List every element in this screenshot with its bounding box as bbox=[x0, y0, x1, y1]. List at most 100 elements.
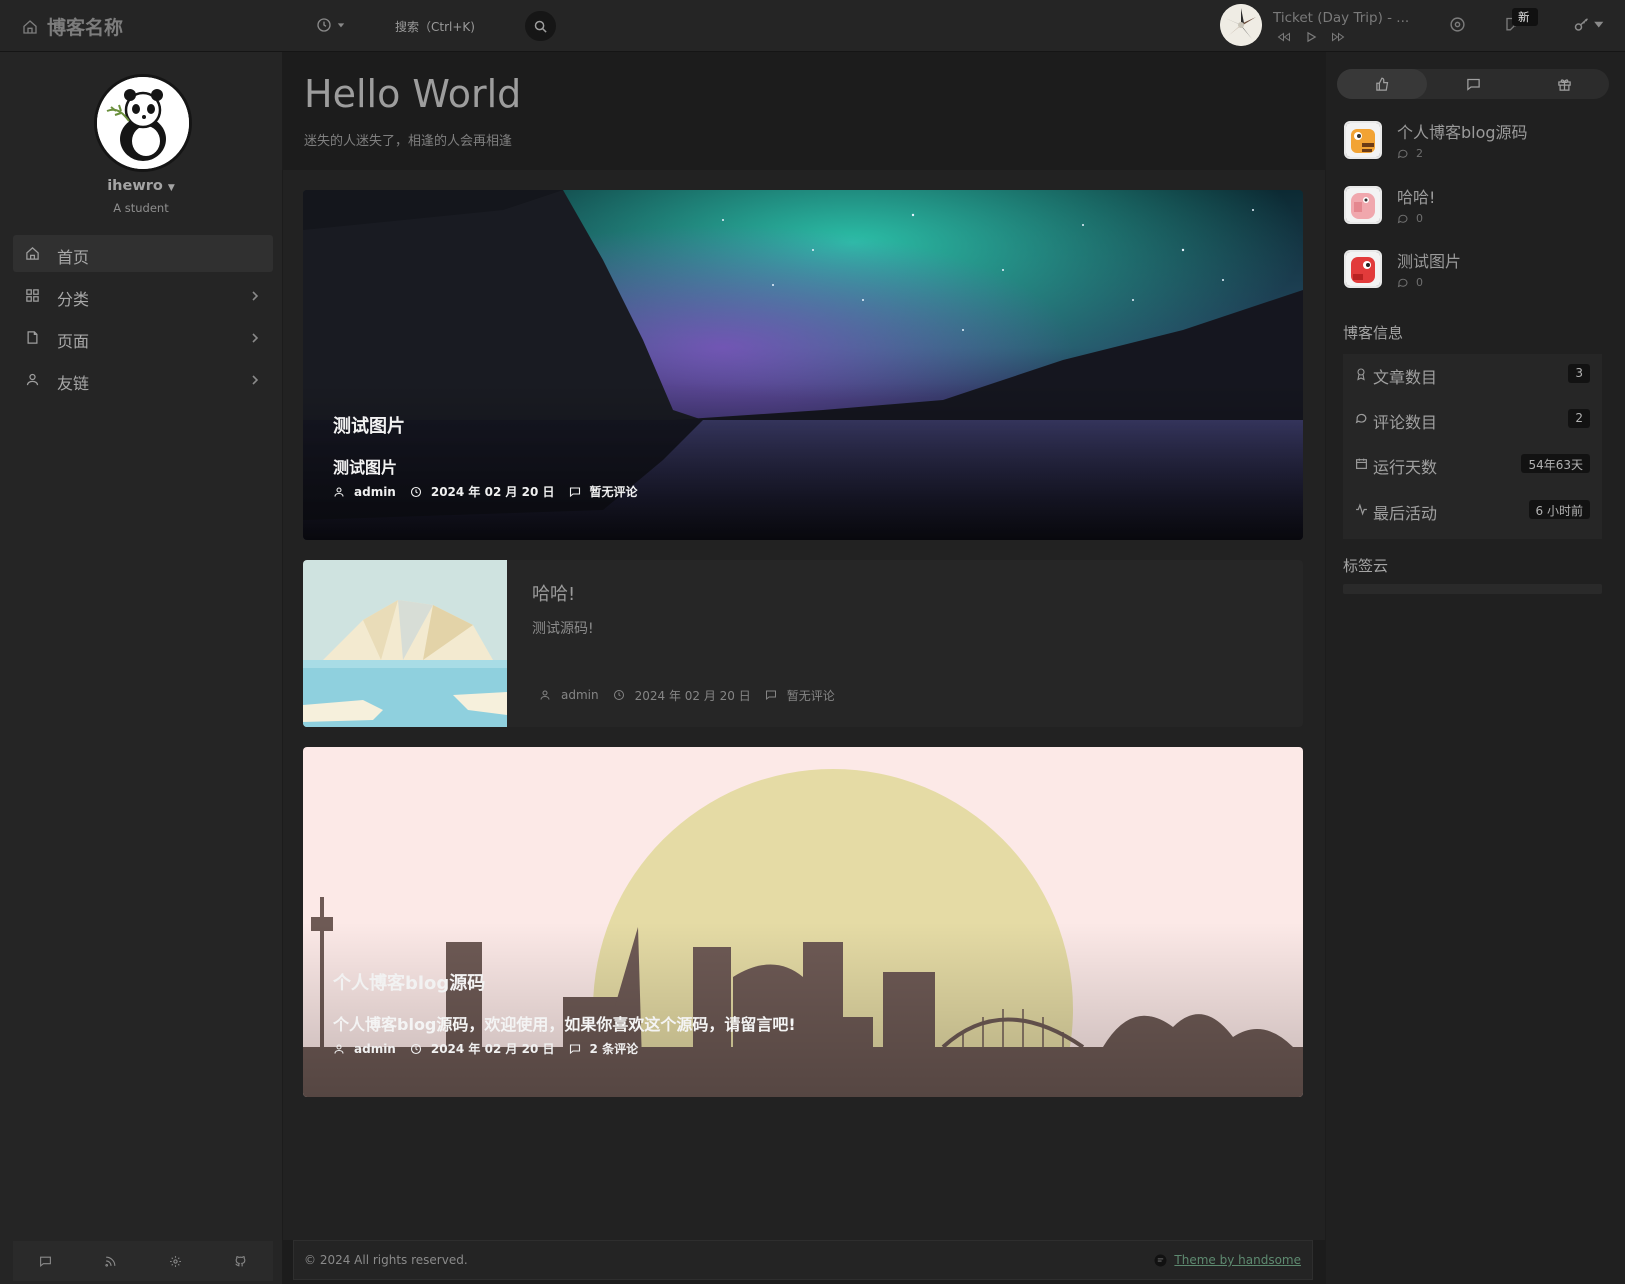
home-icon bbox=[25, 246, 40, 261]
hot-post-thumbnail bbox=[1344, 121, 1382, 159]
hot-post-title[interactable]: 个人博客blog源码 bbox=[1397, 119, 1528, 143]
caret-down-icon bbox=[337, 21, 345, 29]
user-role: A student bbox=[113, 201, 169, 215]
right-sidebar: 个人博客blog源码 2 哈哈! 0 测试图片 0 博客信息 文章数目 3 评论… bbox=[1326, 52, 1625, 1284]
grid-icon bbox=[25, 288, 40, 303]
rss-icon[interactable] bbox=[104, 1255, 117, 1268]
tab-comments[interactable] bbox=[1428, 69, 1518, 99]
tag-cloud-title: 标签云 bbox=[1343, 557, 1389, 575]
history-dropdown[interactable] bbox=[316, 17, 345, 33]
calendar-icon bbox=[1355, 457, 1368, 470]
post-card[interactable]: 测试图片 测试图片 admin 2024 年 02 月 20 日 暂无评论 bbox=[303, 190, 1303, 540]
hot-post-item[interactable]: 个人博客blog源码 2 bbox=[1344, 121, 1604, 171]
chevron-right-icon bbox=[251, 374, 259, 386]
post-body: 哈哈! 测试源码! admin 2024 年 02 月 20 日 暂无评论 bbox=[507, 560, 1303, 727]
track-title: Ticket (Day Trip) - ... bbox=[1273, 10, 1410, 26]
fast-forward-icon[interactable] bbox=[1331, 31, 1345, 43]
album-cover[interactable] bbox=[1220, 4, 1262, 46]
comment-icon bbox=[569, 486, 581, 498]
comment-icon bbox=[1397, 148, 1409, 160]
user-icon bbox=[333, 486, 345, 498]
comment-icon bbox=[1466, 77, 1481, 92]
blog-info-row: 运行天数 54年63天 bbox=[1343, 444, 1602, 484]
post-author[interactable]: admin bbox=[354, 1042, 396, 1056]
target-icon[interactable] bbox=[1449, 16, 1466, 33]
sidebar-tabs bbox=[1337, 69, 1609, 99]
gift-icon bbox=[1557, 77, 1572, 92]
user-icon bbox=[25, 372, 40, 387]
post-meta: admin 2024 年 02 月 20 日 2 条评论 bbox=[333, 1040, 644, 1057]
user-icon bbox=[333, 1043, 345, 1055]
post-thumbnail[interactable] bbox=[303, 560, 507, 727]
chevron-right-icon bbox=[251, 290, 259, 302]
post-excerpt: 测试源码! bbox=[532, 621, 594, 637]
blog-info-label: 评论数目 bbox=[1373, 413, 1438, 432]
sidebar-item-label: 友链 bbox=[57, 374, 90, 393]
post-meta: admin 2024 年 02 月 20 日 暂无评论 bbox=[527, 680, 1267, 710]
file-icon bbox=[25, 330, 40, 345]
post-card[interactable]: 哈哈! 测试源码! admin 2024 年 02 月 20 日 暂无评论 bbox=[303, 560, 1303, 727]
blog-info-label: 最后活动 bbox=[1373, 504, 1438, 523]
rewind-icon[interactable] bbox=[1277, 31, 1291, 43]
tag-cloud bbox=[1343, 584, 1602, 594]
theme-credit-link[interactable]: Theme by handsome bbox=[1154, 1253, 1301, 1267]
post-comments[interactable]: 暂无评论 bbox=[590, 483, 638, 500]
clock-icon bbox=[613, 689, 625, 701]
search-box[interactable]: 搜索（Ctrl+K) bbox=[378, 10, 558, 41]
hot-post-item[interactable]: 测试图片 0 bbox=[1344, 250, 1604, 300]
comment-icon bbox=[1397, 213, 1409, 225]
sidebar-item-categories[interactable]: 分类 bbox=[13, 277, 273, 314]
user-name[interactable]: ihewro ▼ bbox=[0, 178, 282, 194]
sidebar-item-links[interactable]: 友链 bbox=[13, 361, 273, 398]
sidebar-item-label: 首页 bbox=[57, 248, 90, 267]
top-header: 博客名称 搜索（Ctrl+K) Ticket (Day Trip) - ... … bbox=[0, 0, 1625, 52]
hot-post-thumbnail bbox=[1344, 250, 1382, 288]
blog-info-value: 2 bbox=[1568, 409, 1590, 428]
thumbs-up-icon bbox=[1375, 77, 1390, 92]
hot-post-title[interactable]: 测试图片 bbox=[1397, 248, 1461, 272]
copyright-text: © 2024 All rights reserved. bbox=[304, 1253, 468, 1267]
settings-icon[interactable] bbox=[169, 1255, 182, 1268]
search-input[interactable]: 搜索（Ctrl+K) bbox=[395, 18, 475, 35]
post-title[interactable]: 个人博客blog源码 bbox=[333, 969, 485, 995]
avatar[interactable] bbox=[94, 74, 192, 172]
blog-info-row: 文章数目 3 bbox=[1343, 354, 1602, 394]
post-author[interactable]: admin bbox=[561, 688, 599, 702]
post-excerpt: 个人博客blog源码，欢迎使用，如果你喜欢这个源码，请留言吧! bbox=[333, 1015, 796, 1034]
music-player: Ticket (Day Trip) - ... bbox=[1220, 4, 1410, 48]
hot-post-item[interactable]: 哈哈! 0 bbox=[1344, 186, 1604, 236]
post-title[interactable]: 测试图片 bbox=[333, 412, 405, 438]
play-icon[interactable] bbox=[1305, 31, 1317, 43]
post-card[interactable]: 个人博客blog源码 个人博客blog源码，欢迎使用，如果你喜欢这个源码，请留言… bbox=[303, 747, 1303, 1097]
post-date: 2024 年 02 月 20 日 bbox=[430, 1042, 555, 1056]
comment-icon bbox=[1355, 412, 1368, 425]
theme-logo-icon bbox=[1154, 1254, 1167, 1267]
tab-popular[interactable] bbox=[1337, 69, 1427, 99]
brand[interactable]: 博客名称 bbox=[22, 13, 123, 40]
notification-badge: 新 bbox=[1512, 8, 1538, 26]
post-title[interactable]: 哈哈! bbox=[532, 580, 575, 606]
sidebar-item-pages[interactable]: 页面 bbox=[13, 319, 273, 356]
page-subtitle: 迷失的人迷失了，相逢的人会再相逢 bbox=[304, 134, 513, 149]
post-excerpt: 测试图片 bbox=[333, 458, 398, 477]
post-author[interactable]: admin bbox=[354, 485, 396, 499]
user-icon bbox=[539, 689, 551, 701]
hot-post-title[interactable]: 哈哈! bbox=[1397, 184, 1435, 208]
tab-random[interactable] bbox=[1519, 69, 1609, 99]
sidebar-item-home[interactable]: 首页 bbox=[13, 235, 273, 272]
search-button[interactable] bbox=[525, 11, 556, 41]
sidebar-item-label: 页面 bbox=[57, 332, 90, 351]
post-comments[interactable]: 暂无评论 bbox=[787, 687, 835, 704]
page-footer: © 2024 All rights reserved. Theme by han… bbox=[293, 1240, 1313, 1280]
award-icon bbox=[1355, 367, 1367, 381]
post-comments[interactable]: 2 条评论 bbox=[590, 1040, 639, 1057]
comment-icon[interactable] bbox=[39, 1255, 52, 1268]
hot-post-comments: 0 bbox=[1397, 276, 1423, 289]
github-icon[interactable] bbox=[234, 1255, 247, 1268]
blog-info-value: 6 小时前 bbox=[1528, 500, 1590, 519]
user-menu[interactable] bbox=[1574, 16, 1604, 32]
player-controls bbox=[1277, 31, 1345, 43]
post-date: 2024 年 02 月 20 日 bbox=[634, 688, 751, 703]
hot-post-comments: 2 bbox=[1397, 147, 1423, 160]
post-date: 2024 年 02 月 20 日 bbox=[430, 485, 555, 499]
